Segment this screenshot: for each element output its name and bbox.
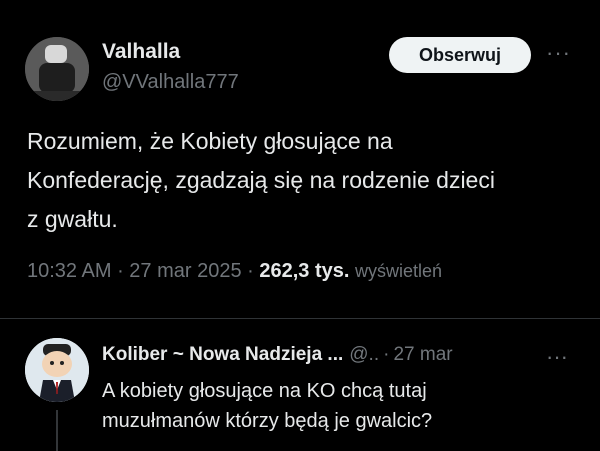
- main-tweet: Valhalla @VValhalla777 Obserwuj ··· Rozu…: [0, 0, 600, 320]
- meta-separator: ·: [117, 260, 130, 282]
- reply-tweet[interactable]: Koliber ~ Nowa Nadzieja ... @.. · 27 mar ··…: [0, 320, 600, 451]
- tweet-date[interactable]: 27 mar 2025: [129, 260, 241, 282]
- thread-line: [56, 410, 58, 451]
- tweet-text: Rozumiem, że Kobiety głosujące na Konfed…: [27, 128, 495, 232]
- meta-separator: ·: [247, 260, 260, 282]
- views-count: 262,3 tys.: [259, 260, 350, 282]
- reply-author-name[interactable]: Koliber ~ Nowa Nadzieja ...: [102, 344, 343, 365]
- reply-time[interactable]: 27 mar: [393, 344, 452, 365]
- divider: [0, 318, 600, 319]
- reply-separator: ·: [383, 344, 390, 365]
- more-horizontal-icon[interactable]: ···: [546, 40, 571, 66]
- reply-author-handle[interactable]: @..: [349, 344, 379, 365]
- more-horizontal-icon[interactable]: ···: [546, 344, 568, 370]
- author-handle[interactable]: @VValhalla777: [102, 71, 239, 94]
- views-label: wyświetleń: [355, 261, 443, 281]
- reply-avatar[interactable]: [25, 338, 89, 402]
- reply-text: A kobiety głosujące na KO chcą tutaj muz…: [102, 380, 433, 432]
- reply-header: Koliber ~ Nowa Nadzieja ... @.. · 27 mar: [102, 344, 453, 366]
- author-name[interactable]: Valhalla: [102, 40, 180, 64]
- follow-button[interactable]: Obserwuj: [389, 37, 531, 73]
- avatar[interactable]: [25, 37, 89, 101]
- tweet-meta: 10:32 AM · 27 mar 2025 · 262,3 tys. wyśw…: [27, 260, 442, 283]
- tweet-time[interactable]: 10:32 AM: [27, 260, 112, 282]
- reply-avatar-illustration: [25, 338, 89, 402]
- avatar-photo: [25, 37, 89, 101]
